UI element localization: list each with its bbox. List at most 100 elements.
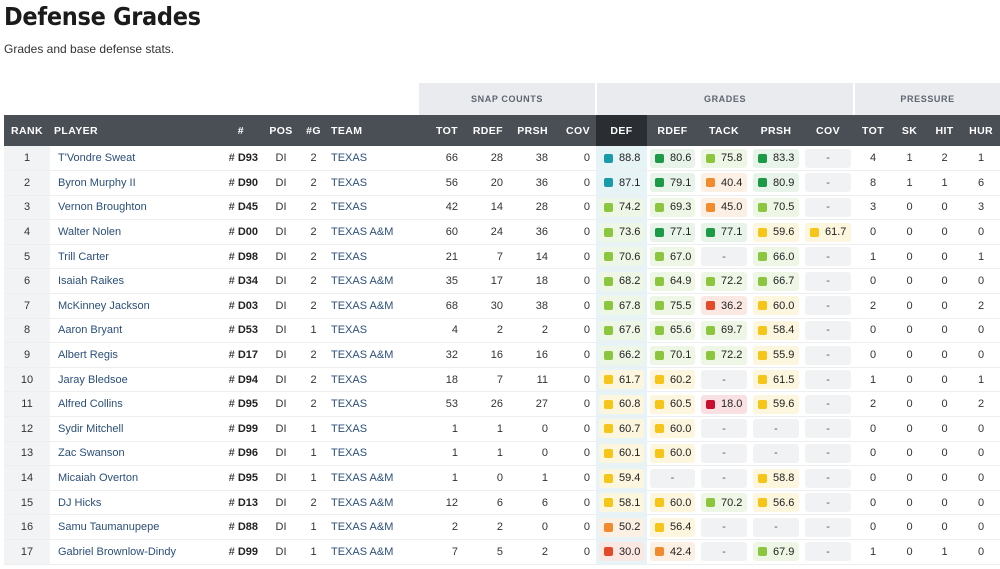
player-name-link[interactable]: Micaiah Overton xyxy=(50,465,192,491)
grade-cov-cell: - xyxy=(802,441,855,467)
column-header-grade-def[interactable]: DEF xyxy=(596,115,648,146)
player-name-link[interactable]: T'Vondre Sweat xyxy=(50,146,192,172)
team-link[interactable]: TEXAS A&M xyxy=(327,465,419,491)
pressure-sk-cell: 0 xyxy=(892,514,928,540)
position-cell: DI xyxy=(262,416,300,442)
grade-value: - xyxy=(826,250,830,263)
team-link[interactable]: TEXAS A&M xyxy=(327,539,419,565)
grade-cov-cell: - xyxy=(802,490,855,516)
column-header-grade-cov[interactable]: COV xyxy=(802,115,855,146)
team-link[interactable]: TEXAS xyxy=(327,391,419,418)
team-link[interactable]: TEXAS A&M xyxy=(327,514,419,540)
player-name-link[interactable]: DJ Hicks xyxy=(50,490,192,516)
team-link[interactable]: TEXAS xyxy=(327,195,419,221)
column-header-grade-rdef[interactable]: RDEF xyxy=(647,115,699,146)
snap-cov-cell: 0 xyxy=(554,416,597,442)
grade-rdef-cell: 60.5 xyxy=(647,391,699,418)
table-row[interactable]: 4 Walter Nolen # D00 DI 2 TEXAS A&M 60 2… xyxy=(4,219,1000,245)
grade-value: 70.6 xyxy=(619,250,641,263)
player-name-link[interactable]: Isaiah Raikes xyxy=(50,268,192,295)
player-name-link[interactable]: Zac Swanson xyxy=(50,441,192,467)
player-name-link[interactable]: Jaray Bledsoe xyxy=(50,367,192,393)
table-row[interactable]: 16 Samu Taumanupepe # D88 DI 1 TEXAS A&M… xyxy=(4,514,1000,540)
team-link[interactable]: TEXAS A&M xyxy=(327,219,419,245)
snap-tot-cell: 66 xyxy=(419,146,464,172)
snap-rdef-cell: 2 xyxy=(464,318,509,344)
grade-def-cell: 74.2 xyxy=(596,195,648,221)
column-header-pressure-hur[interactable]: HUR xyxy=(962,115,1000,146)
table-row[interactable]: 14 Micaiah Overton # D95 DI 1 TEXAS A&M … xyxy=(4,465,1000,491)
column-header-number[interactable]: # xyxy=(192,115,262,146)
grade-prsh-cell: 80.9 xyxy=(750,170,803,196)
grade-tack-cell: - xyxy=(698,539,751,565)
table-row[interactable]: 13 Zac Swanson # D96 DI 1 TEXAS 1 1 0 0 … xyxy=(4,441,1000,467)
player-name-link[interactable]: Walter Nolen xyxy=(50,219,192,245)
table-row[interactable]: 9 Albert Regis # D17 DI 2 TEXAS A&M 32 1… xyxy=(4,342,1000,368)
pressure-hit-cell: 2 xyxy=(927,146,963,172)
snap-rdef-cell: 20 xyxy=(464,170,509,196)
team-link[interactable]: TEXAS xyxy=(327,367,419,393)
player-name-link[interactable]: Sydir Mitchell xyxy=(50,416,192,442)
player-name-link[interactable]: Gabriel Brownlow-Dindy xyxy=(50,539,192,565)
grade-chip: 67.6 xyxy=(599,320,645,340)
player-name-link[interactable]: Vernon Broughton xyxy=(50,195,192,221)
column-header-games[interactable]: #G xyxy=(300,115,327,146)
table-row[interactable]: 10 Jaray Bledsoe # D94 DI 2 TEXAS 18 7 1… xyxy=(4,367,1000,393)
column-header-snap-cov[interactable]: COV xyxy=(554,115,597,146)
player-name-link[interactable]: Trill Carter xyxy=(50,244,192,270)
player-name-link[interactable]: Byron Murphy II xyxy=(50,170,192,196)
grade-color-indicator-icon xyxy=(604,375,614,385)
team-link[interactable]: TEXAS xyxy=(327,416,419,442)
team-link[interactable]: TEXAS xyxy=(327,441,419,467)
column-header-pressure-sk[interactable]: SK xyxy=(892,115,928,146)
column-header-pressure-hit[interactable]: HIT xyxy=(927,115,963,146)
column-header-grade-prsh[interactable]: PRSH xyxy=(750,115,803,146)
table-row[interactable]: 17 Gabriel Brownlow-Dindy # D99 DI 1 TEX… xyxy=(4,539,1000,565)
player-name-link[interactable]: Albert Regis xyxy=(50,342,192,368)
pressure-hit-cell: 0 xyxy=(927,268,963,295)
team-link[interactable]: TEXAS xyxy=(327,318,419,344)
column-header-snap-rdef[interactable]: RDEF xyxy=(464,115,509,146)
table-row[interactable]: 8 Aaron Bryant # D53 DI 1 TEXAS 4 2 2 0 … xyxy=(4,318,1000,344)
table-row[interactable]: 2 Byron Murphy II # D90 DI 2 TEXAS 56 20… xyxy=(4,170,1000,196)
team-link[interactable]: TEXAS A&M xyxy=(327,490,419,516)
column-header-rank[interactable]: RANK xyxy=(4,115,50,146)
column-header-grade-tack[interactable]: TACK xyxy=(698,115,751,146)
column-header-snap-tot[interactable]: TOT xyxy=(419,115,464,146)
column-header-snap-prsh[interactable]: PRSH xyxy=(509,115,554,146)
team-link[interactable]: TEXAS A&M xyxy=(327,268,419,295)
grade-value: 88.8 xyxy=(619,152,641,165)
column-header-pressure-tot[interactable]: TOT xyxy=(854,115,893,146)
column-header-position[interactable]: POS xyxy=(262,115,300,146)
snap-cov-cell: 0 xyxy=(554,391,597,418)
pressure-hur-cell: 0 xyxy=(962,514,1000,540)
table-row[interactable]: 6 Isaiah Raikes # D34 DI 2 TEXAS A&M 35 … xyxy=(4,268,1000,295)
table-row[interactable]: 12 Sydir Mitchell # D99 DI 1 TEXAS 1 1 0… xyxy=(4,416,1000,442)
player-name-link[interactable]: Samu Taumanupepe xyxy=(50,514,192,540)
pressure-tot-cell: 1 xyxy=(854,367,893,393)
grade-color-indicator-icon xyxy=(604,399,614,409)
pressure-hit-cell: 0 xyxy=(927,244,963,270)
rank-cell: 1 xyxy=(4,146,50,172)
snap-tot-cell: 1 xyxy=(419,416,464,442)
table-row[interactable]: 15 DJ Hicks # D13 DI 2 TEXAS A&M 12 6 6 … xyxy=(4,490,1000,516)
player-name-link[interactable]: Alfred Collins xyxy=(50,391,192,418)
team-link[interactable]: TEXAS xyxy=(327,244,419,270)
column-header-player[interactable]: PLAYER xyxy=(50,115,192,146)
snap-cov-cell: 0 xyxy=(554,441,597,467)
table-row[interactable]: 3 Vernon Broughton # D45 DI 2 TEXAS 42 1… xyxy=(4,195,1000,221)
table-row[interactable]: 7 McKinney Jackson # D03 DI 2 TEXAS A&M … xyxy=(4,293,1000,319)
table-row[interactable]: 1 T'Vondre Sweat # D93 DI 2 TEXAS 66 28 … xyxy=(4,146,1000,172)
table-row[interactable]: 5 Trill Carter # D98 DI 2 TEXAS 21 7 14 … xyxy=(4,244,1000,270)
grade-color-indicator-icon xyxy=(655,153,665,163)
player-name-link[interactable]: Aaron Bryant xyxy=(50,318,192,344)
team-link[interactable]: TEXAS A&M xyxy=(327,342,419,368)
team-link[interactable]: TEXAS xyxy=(327,146,419,172)
player-name-link[interactable]: McKinney Jackson xyxy=(50,293,192,319)
table-row[interactable]: 11 Alfred Collins # D95 DI 2 TEXAS 53 26… xyxy=(4,391,1000,418)
team-link[interactable]: TEXAS A&M xyxy=(327,293,419,319)
team-link[interactable]: TEXAS xyxy=(327,170,419,196)
pressure-tot-cell: 0 xyxy=(854,268,893,295)
grade-def-cell: 67.6 xyxy=(596,318,648,344)
column-header-team[interactable]: TEAM xyxy=(327,115,419,146)
